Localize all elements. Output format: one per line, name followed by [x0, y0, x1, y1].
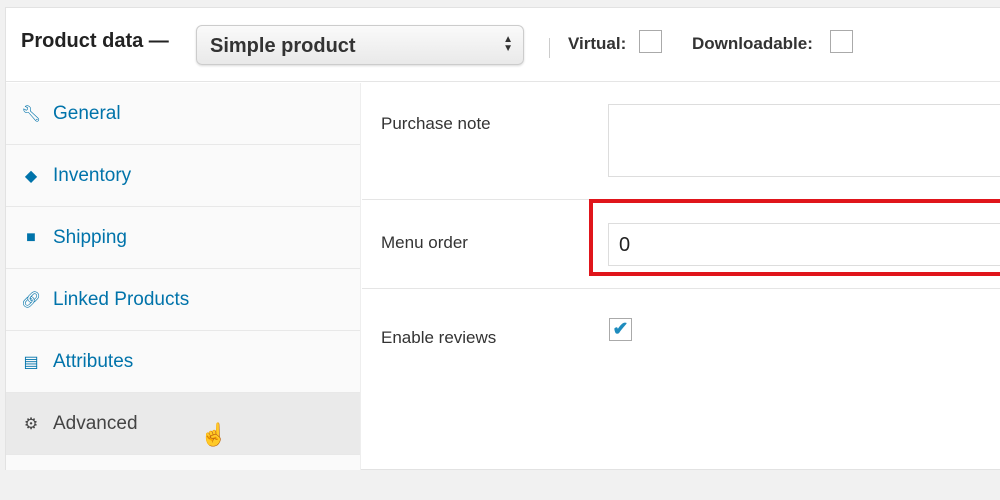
- hand-cursor-icon: ☝: [200, 422, 228, 447]
- downloadable-label: Downloadable:: [692, 34, 813, 53]
- purchase-note-label: Purchase note: [381, 114, 491, 133]
- purchase-note-textarea[interactable]: [608, 104, 1000, 177]
- advanced-options: Purchase note Menu order 0 Enable review…: [362, 83, 1000, 470]
- product-data-tabs: 🔧︎ General ◆ Inventory ■ Shipping 🔗︎ Linked …: [6, 83, 361, 470]
- truck-icon: ■: [26, 228, 36, 246]
- virtual-label: Virtual:: [568, 34, 627, 53]
- select-arrows-icon: ▲ ▼: [503, 34, 513, 54]
- tab-label: Advanced: [53, 412, 138, 434]
- product-type-value: Simple product: [210, 35, 356, 57]
- virtual-checkbox[interactable]: [639, 30, 662, 53]
- gear-icon: ⚙: [23, 415, 39, 433]
- panel-header: Product data — Simple product ▲ ▼ Virtual…: [6, 8, 1000, 82]
- tab-label: Linked Products: [53, 288, 190, 310]
- tab-label: General: [53, 102, 121, 124]
- wrench-icon: 🔧︎: [21, 105, 42, 123]
- product-type-select[interactable]: Simple product ▲ ▼: [196, 25, 524, 65]
- tab-general[interactable]: 🔧︎ General: [6, 83, 360, 145]
- tab-inventory[interactable]: ◆ Inventory: [6, 145, 360, 207]
- tab-shipping[interactable]: ■ Shipping: [6, 207, 360, 269]
- enable-reviews-label: Enable reviews: [381, 328, 497, 347]
- panel-title: Product data —: [21, 30, 169, 52]
- tag-icon: ◆: [24, 167, 38, 185]
- tab-label: Inventory: [53, 164, 132, 186]
- enable-reviews-checkbox[interactable]: ✔: [609, 318, 632, 341]
- divider: [549, 38, 550, 58]
- tab-attributes[interactable]: ▤ Attributes: [6, 331, 360, 393]
- tab-advanced[interactable]: ⚙ Advanced: [6, 393, 360, 455]
- tab-linked-products[interactable]: 🔗︎ Linked Products: [6, 269, 360, 331]
- tab-label: Attributes: [53, 350, 134, 372]
- highlight-box: [589, 199, 1000, 276]
- downloadable-checkbox[interactable]: [830, 30, 853, 53]
- purchase-note-row: Purchase note: [362, 83, 1000, 200]
- tab-label: Shipping: [53, 226, 127, 248]
- menu-order-label: Menu order: [381, 233, 468, 252]
- link-icon: 🔗︎: [21, 291, 42, 309]
- list-icon: ▤: [23, 353, 39, 371]
